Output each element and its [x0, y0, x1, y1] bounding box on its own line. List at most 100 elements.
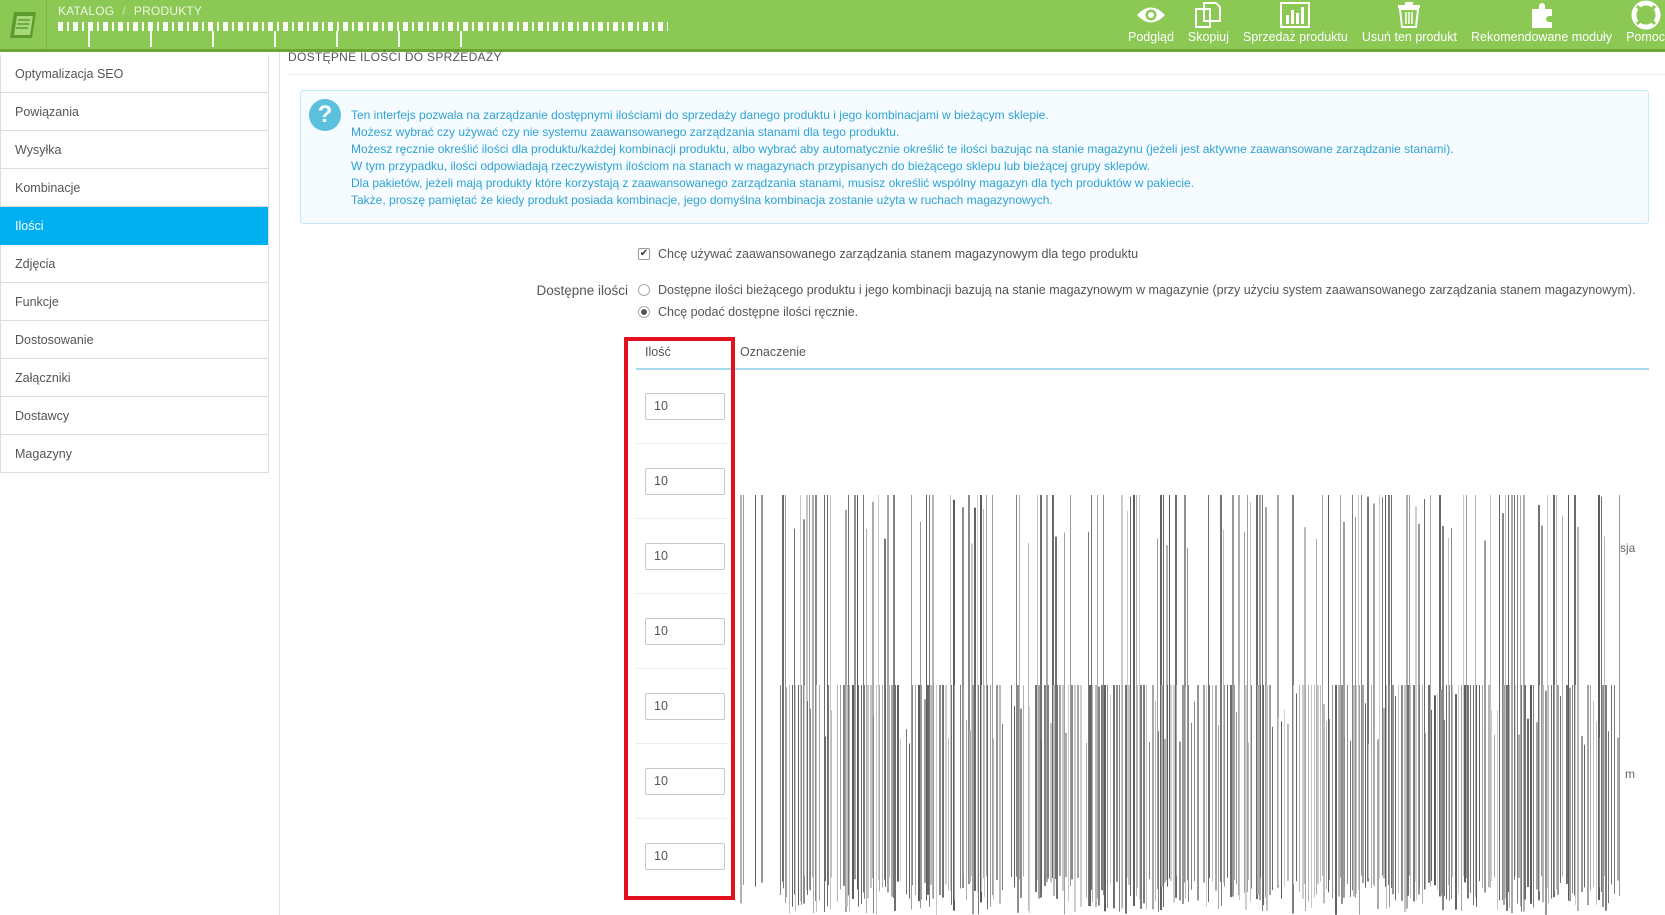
- glitch-line: [801, 685, 802, 905]
- product-tabs-sidebar: Optymalizacja SEO Powiązania Wysyłka Kom…: [0, 55, 269, 473]
- quantity-input[interactable]: 10: [645, 768, 725, 795]
- top-header: KATALOG / PRODUKTY Podgląd Skopiuj Sprzeda…: [0, 0, 1665, 52]
- glitch-line: [1547, 495, 1548, 888]
- glitch-line: [1125, 685, 1127, 914]
- glitch-line: [897, 685, 899, 882]
- glitch-line: [1173, 685, 1175, 903]
- radio-manual-button[interactable]: [638, 306, 650, 318]
- sidebar-item-attachments[interactable]: Załączniki: [0, 359, 268, 397]
- glitch-line: [1110, 694, 1111, 885]
- glitch-line: [1391, 495, 1392, 888]
- glitch-line: [930, 685, 932, 885]
- advanced-stock-option[interactable]: ✔ Chcę używać zaawansowanego zarządzania…: [638, 247, 1138, 261]
- glitch-line: [1266, 685, 1268, 911]
- sidebar-item-shipping[interactable]: Wysyłka: [0, 131, 268, 169]
- glitch-line: [1140, 685, 1142, 909]
- glitch-line: [1230, 685, 1232, 898]
- quantity-input[interactable]: 10: [645, 693, 725, 720]
- breadcrumb-catalog[interactable]: KATALOG: [58, 4, 114, 18]
- glitch-line: [867, 685, 869, 899]
- glitch-line: [1133, 495, 1135, 906]
- glitch-line: [1560, 696, 1561, 883]
- glitch-line: [1520, 495, 1521, 907]
- quantity-input[interactable]: 10: [645, 468, 725, 495]
- sidebar-item-warehouses[interactable]: Magazyny: [0, 435, 268, 473]
- glitch-line: [921, 685, 922, 900]
- glitch-line: [1224, 685, 1225, 887]
- sales-button[interactable]: Sprzedaż produktu: [1236, 0, 1355, 44]
- glitch-line: [1136, 495, 1137, 897]
- glitch-line: [740, 495, 742, 904]
- glitch-line: [1086, 742, 1087, 898]
- glitch-line: [1056, 685, 1058, 899]
- glitch-line: [1494, 734, 1495, 878]
- glitch-line: [1473, 685, 1474, 906]
- breadcrumb-products[interactable]: PRODUKTY: [134, 4, 202, 18]
- quantity-input[interactable]: 10: [645, 618, 725, 645]
- glitch-line: [1011, 685, 1012, 877]
- glitch-line: [1218, 725, 1219, 909]
- glitch-line: [1422, 685, 1423, 905]
- quantity-input[interactable]: 10: [645, 843, 725, 870]
- delete-button[interactable]: Usuń ten produkt: [1355, 0, 1464, 44]
- modules-button[interactable]: Rekomendowane moduły: [1464, 0, 1619, 44]
- glitch-line: [1499, 495, 1500, 901]
- glitch-line: [1260, 685, 1261, 878]
- info-alert: ? Ten interfejs pozwala na zarządzanie d…: [300, 90, 1649, 224]
- glitch-line: [1409, 495, 1410, 876]
- sidebar-item-customization[interactable]: Dostosowanie: [0, 321, 268, 359]
- glitch-line: [1485, 734, 1486, 892]
- radio-stock-based[interactable]: Dostępne ilości bieżącego produktu i jeg…: [638, 283, 1636, 297]
- advanced-stock-checkbox[interactable]: ✔: [638, 248, 650, 260]
- sidebar-item-images[interactable]: Zdjęcia: [0, 245, 268, 283]
- glitch-line: [1263, 685, 1264, 906]
- glitch-line: [830, 495, 831, 910]
- sidebar-item-combinations[interactable]: Kombinacje: [0, 169, 268, 207]
- row-divider: [636, 593, 729, 594]
- glitch-line: [915, 685, 916, 896]
- glitch-line: [1377, 739, 1379, 910]
- quantity-input[interactable]: 10: [645, 543, 725, 570]
- glitch-line: [1479, 685, 1480, 882]
- glitch-line: [975, 693, 976, 881]
- glitch-line: [1223, 529, 1224, 883]
- glitch-line: [1386, 685, 1387, 909]
- glitch-line: [864, 685, 865, 899]
- duplicate-button[interactable]: Skopiuj: [1181, 0, 1236, 44]
- glitch-line: [1503, 685, 1505, 905]
- glitch-line: [1392, 685, 1394, 895]
- glitch-line: [891, 685, 893, 897]
- glitch-line: [1163, 495, 1164, 907]
- glitch-line: [1398, 685, 1399, 894]
- glitch-line: [819, 685, 820, 901]
- glitch-line: [1050, 722, 1052, 883]
- glitch-line: [1514, 495, 1515, 880]
- glitch-line: [1524, 685, 1526, 900]
- glitch-line: [1425, 733, 1426, 890]
- glitch-line: [783, 687, 784, 889]
- sidebar-item-quantities[interactable]: Ilości: [0, 207, 268, 245]
- glitch-line: [939, 685, 941, 896]
- panel-title-divider: [288, 74, 1665, 75]
- preview-button[interactable]: Podgląd: [1121, 0, 1181, 44]
- quantity-input[interactable]: 10: [645, 393, 725, 420]
- glitch-line: [1431, 709, 1432, 881]
- glitch-line: [977, 495, 978, 893]
- radio-manual[interactable]: Chcę podać dostępne ilości ręcznie.: [638, 305, 858, 319]
- glitch-line: [1212, 685, 1213, 882]
- sidebar-item-seo[interactable]: Optymalizacja SEO: [0, 55, 268, 93]
- glitch-line: [1070, 495, 1071, 887]
- glitch-line: [1128, 685, 1130, 885]
- glitch-line: [1221, 685, 1222, 907]
- sidebar-item-features[interactable]: Funkcje: [0, 283, 268, 321]
- glitch-line: [1551, 685, 1552, 899]
- trash-icon: [1392, 0, 1426, 30]
- glitch-line: [1089, 685, 1091, 907]
- glitch-line: [1482, 685, 1483, 888]
- logo[interactable]: [0, 0, 47, 49]
- glitch-line: [1158, 731, 1159, 912]
- radio-stock-based-button[interactable]: [638, 284, 650, 296]
- sidebar-item-suppliers[interactable]: Dostawcy: [0, 397, 268, 435]
- sidebar-item-associations[interactable]: Powiązania: [0, 93, 268, 131]
- help-button[interactable]: Pomoc: [1619, 0, 1665, 44]
